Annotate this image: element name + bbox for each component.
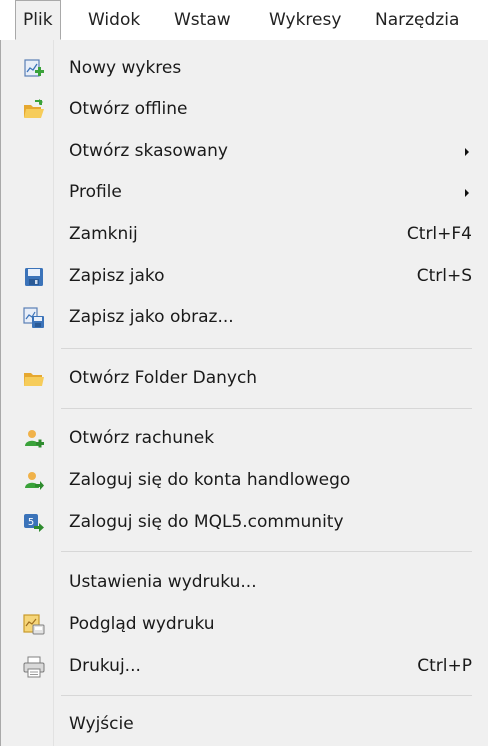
open-folder-icon xyxy=(24,99,44,118)
menu-item-label: Nowy wykres xyxy=(69,58,182,78)
folder-icon xyxy=(24,373,44,386)
shortcut-label: Ctrl+S xyxy=(416,266,472,286)
shortcut-label: Ctrl+F4 xyxy=(406,224,472,244)
menu-item-label: Otwórz Folder Danych xyxy=(69,368,258,388)
menu-item-label: Zapisz jako obraz... xyxy=(69,307,234,327)
menu-item-label: Otwórz skasowany xyxy=(69,141,228,161)
submenu-arrow-icon xyxy=(465,148,469,156)
menu-item-save-as[interactable]: Zapisz jako Ctrl+S xyxy=(1,256,488,296)
submenu-arrow-icon xyxy=(465,189,469,197)
menu-item-open-data-folder[interactable]: Otwórz Folder Danych xyxy=(1,358,488,398)
menu-item-label: Ustawienia wydruku... xyxy=(69,572,257,592)
menu-item-open-offline[interactable]: Otwórz offline xyxy=(1,89,488,129)
menu-item-label: Zaloguj się do konta handlowego xyxy=(69,470,351,490)
menu-item-print-setup[interactable]: Ustawienia wydruku... xyxy=(1,562,488,602)
print-preview-icon xyxy=(23,614,45,635)
menu-item-print-preview[interactable]: Podgląd wydruku xyxy=(1,604,488,644)
menu-item-new-chart[interactable]: Nowy wykres xyxy=(1,48,488,88)
menu-item-profile[interactable]: Profile xyxy=(1,172,488,212)
menu-item-login-mql5[interactable]: 5 Zaloguj się do MQL5.community xyxy=(1,502,488,542)
menu-item-print[interactable]: Drukuj... Ctrl+P xyxy=(1,646,488,686)
menu-separator xyxy=(61,695,472,696)
new-chart-icon xyxy=(24,59,44,77)
menu-item-close[interactable]: Zamknij Ctrl+F4 xyxy=(1,214,488,254)
menu-separator xyxy=(61,348,472,349)
mql5-login-icon: 5 xyxy=(24,514,44,532)
file-dropdown-menu: Nowy wykres Otwórz offline Otwórz skasow… xyxy=(0,40,488,746)
menu-item-label: Zaloguj się do MQL5.community xyxy=(69,512,344,532)
menu-item-label: Otwórz offline xyxy=(69,99,188,119)
shortcut-label: Ctrl+P xyxy=(417,656,472,676)
menu-item-label: Wyjście xyxy=(69,714,134,734)
menu-item-label: Otwórz rachunek xyxy=(69,428,215,448)
menu-widok[interactable]: Widok xyxy=(88,0,140,40)
menu-item-open-deleted[interactable]: Otwórz skasowany xyxy=(1,131,488,171)
menu-item-label: Podgląd wydruku xyxy=(69,614,215,634)
floppy-disk-icon xyxy=(25,268,43,286)
menu-separator xyxy=(61,408,472,409)
svg-text:5: 5 xyxy=(28,517,34,528)
menu-item-login-trading-account[interactable]: Zaloguj się do konta handlowego xyxy=(1,460,488,500)
login-user-icon xyxy=(25,472,44,490)
menu-item-save-as-image[interactable]: Zapisz jako obraz... xyxy=(1,297,488,337)
menu-separator xyxy=(61,551,472,552)
menu-narzedzia[interactable]: Narzędzia xyxy=(375,0,459,40)
save-image-icon xyxy=(23,307,44,328)
menu-item-label: Zapisz jako xyxy=(69,266,165,286)
menu-item-open-account[interactable]: Otwórz rachunek xyxy=(1,418,488,458)
menu-bar: Plik Widok Wstaw Wykresy Narzędzia xyxy=(0,0,488,41)
menu-wstaw[interactable]: Wstaw xyxy=(174,0,231,40)
menu-item-label: Drukuj... xyxy=(69,656,141,676)
menu-item-exit[interactable]: Wyjście xyxy=(1,704,488,744)
menu-plik[interactable]: Plik xyxy=(15,0,61,40)
add-account-icon xyxy=(25,430,44,448)
menu-item-label: Zamknij xyxy=(69,224,138,244)
menu-wykresy[interactable]: Wykresy xyxy=(269,0,341,40)
printer-icon xyxy=(23,656,45,678)
menu-item-label: Profile xyxy=(69,182,122,202)
